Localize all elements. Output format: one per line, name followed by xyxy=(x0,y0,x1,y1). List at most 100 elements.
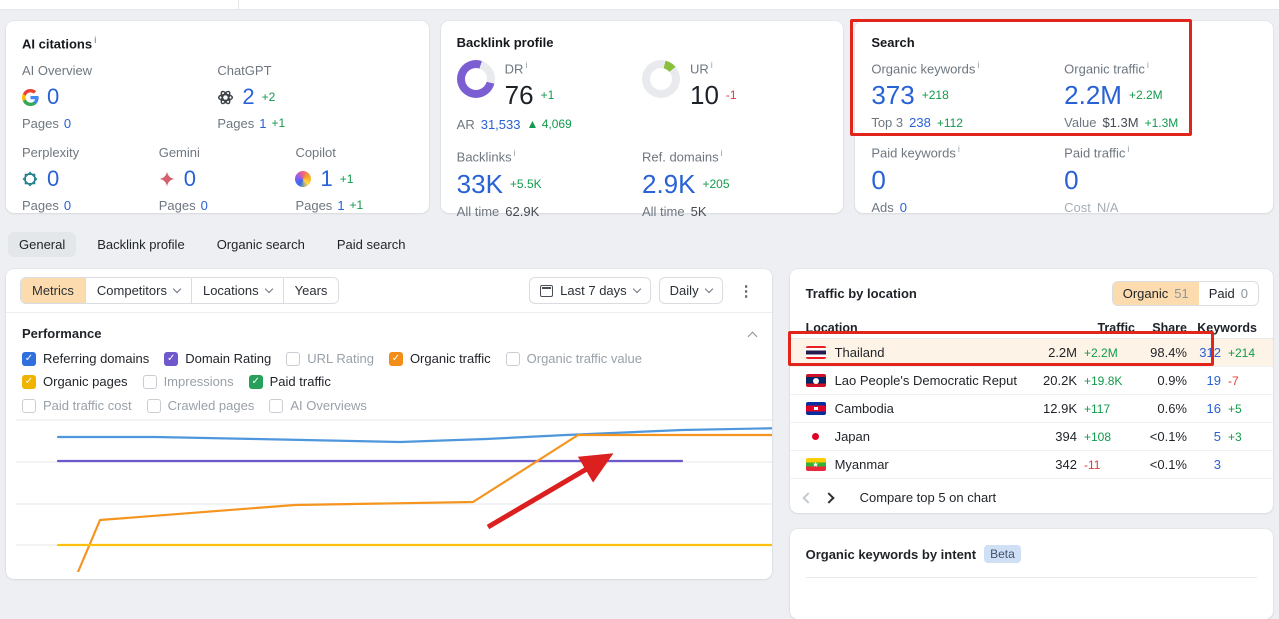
checked-checkbox-icon: ✓ xyxy=(22,351,36,366)
beta-badge: Beta xyxy=(984,545,1021,563)
info-icon[interactable]: i xyxy=(514,148,516,158)
pages-value[interactable]: 0 xyxy=(201,198,208,213)
toggle-organic[interactable]: Organic 51 xyxy=(1112,282,1199,305)
keywords-value[interactable]: 312 xyxy=(1187,345,1221,360)
keywords-delta: +5 xyxy=(1228,401,1242,416)
tab-backlink-profile[interactable]: Backlink profile xyxy=(86,232,195,257)
toggle-paid[interactable]: Paid 0 xyxy=(1198,282,1258,305)
keywords-value[interactable]: 5 xyxy=(1187,429,1221,444)
info-icon[interactable]: i xyxy=(1127,144,1129,154)
ur-value: 10 xyxy=(689,80,719,111)
ai-citation-item: Copilot 1 +1 Pages 1 +1 xyxy=(295,145,412,213)
metrics-filter-button[interactable]: Metrics xyxy=(21,278,85,303)
metric-checkbox[interactable]: ✓ Organic pages xyxy=(22,374,128,389)
keywords-value[interactable]: 3 xyxy=(1187,457,1221,472)
compare-top5-link[interactable]: Compare top 5 on chart xyxy=(860,490,997,505)
location-table-row[interactable]: Thailand 2.2M +2.2M 98.4% 312 +214 xyxy=(789,339,1273,367)
date-range-dropdown[interactable]: Last 7 days xyxy=(529,277,651,304)
metric-checkbox[interactable]: ✓ Paid traffic xyxy=(248,374,331,389)
granularity-dropdown[interactable]: Daily xyxy=(658,277,723,304)
pages-value[interactable]: 1 xyxy=(259,116,266,131)
location-table-row[interactable]: Myanmar 342 -11 <0.1% 3 xyxy=(789,451,1273,479)
ar-value-link[interactable]: 31,533 xyxy=(481,117,521,132)
info-icon[interactable]: i xyxy=(721,148,723,158)
performance-chart[interactable] xyxy=(6,394,772,572)
location-table-row[interactable]: Cambodia 12.9K +117 0.6% 16 +5 xyxy=(789,395,1273,423)
citations-value[interactable]: 1 xyxy=(320,165,332,193)
tab-organic-search[interactable]: Organic search xyxy=(206,232,316,257)
dr-delta: +1 xyxy=(540,88,555,103)
ai-citation-item: AI Overview 0 Pages 0 xyxy=(22,63,217,131)
info-icon[interactable]: i xyxy=(1147,60,1149,70)
metric-checkbox-label: Referring domains xyxy=(43,351,150,366)
ur-label: UR i xyxy=(689,60,713,77)
metric-checkbox-label: Organic traffic value xyxy=(526,351,642,366)
top3-link[interactable]: 238 xyxy=(909,115,931,130)
competitors-dropdown[interactable]: Competitors xyxy=(84,278,191,303)
dr-label: DR i xyxy=(504,60,528,77)
keywords-value[interactable]: 16 xyxy=(1187,401,1221,416)
paid-keywords-value[interactable]: 0 xyxy=(871,166,885,194)
ai-citations-card: AI citations i AI Overview 0 Pages 0 ChatGPT 2… xyxy=(6,21,429,213)
traffic-delta: +117 xyxy=(1084,401,1111,416)
info-icon[interactable]: i xyxy=(958,144,960,154)
location-table-row[interactable]: Japan 394 +108 <0.1% 5 +3 xyxy=(789,423,1273,451)
organic-traffic-value[interactable]: 2.2M xyxy=(1064,81,1122,109)
locations-dropdown[interactable]: Locations xyxy=(190,278,283,303)
citations-value[interactable]: 0 xyxy=(47,83,59,111)
checked-checkbox-icon: ✓ xyxy=(248,374,263,389)
info-icon[interactable]: i xyxy=(94,35,97,45)
info-icon[interactable]: i xyxy=(711,60,713,70)
search-title: Search xyxy=(871,35,915,50)
citations-value[interactable]: 0 xyxy=(47,165,59,193)
th-flag-icon xyxy=(805,346,826,359)
traffic-delta: -11 xyxy=(1084,457,1101,472)
tab-general[interactable]: General xyxy=(8,231,77,257)
share-value: 0.9% xyxy=(1157,373,1187,388)
metric-checkbox[interactable]: ✓ Domain Rating xyxy=(164,351,271,366)
checked-checkbox-icon: ✓ xyxy=(22,374,36,389)
traffic-value: 2.2M xyxy=(1048,345,1077,360)
years-filter-button[interactable]: Years xyxy=(282,278,339,303)
metric-checkbox[interactable]: ✓ Referring domains xyxy=(22,351,149,366)
metric-checkbox[interactable]: Impressions xyxy=(142,374,234,389)
checked-checkbox-icon: ✓ xyxy=(164,351,179,366)
citations-value[interactable]: 0 xyxy=(184,165,196,193)
la-flag-icon xyxy=(805,374,826,387)
citations-value[interactable]: 2 xyxy=(242,83,254,111)
pages-value[interactable]: 0 xyxy=(64,198,71,213)
more-options-kebab-icon[interactable]: ⋮ xyxy=(733,282,760,300)
performance-title: Performance xyxy=(22,326,102,341)
ref-domains-value[interactable]: 2.9K xyxy=(642,170,696,198)
prev-page-chevron-icon[interactable] xyxy=(801,491,814,504)
pages-value[interactable]: 1 xyxy=(337,198,344,213)
pages-label: Pages xyxy=(295,198,333,214)
keywords-value[interactable]: 19 xyxy=(1187,373,1221,388)
tab-paid-search[interactable]: Paid search xyxy=(326,232,417,257)
metric-checkbox[interactable]: Organic traffic value xyxy=(505,351,642,366)
location-table-row[interactable]: Lao People's Democratic Reput 20.2K +19.8K… xyxy=(789,367,1273,395)
ur-delta: -1 xyxy=(725,88,737,103)
ai-citations-grid: AI Overview 0 Pages 0 ChatGPT 2 +2 Pages 1 +1 Perp… xyxy=(22,63,413,213)
next-page-chevron-icon[interactable] xyxy=(822,491,835,504)
info-icon[interactable]: i xyxy=(977,60,979,70)
calendar-icon xyxy=(540,284,554,297)
location-name: Myanmar xyxy=(834,457,889,472)
organic-traffic-label: Organic traffic i xyxy=(1064,60,1149,77)
metric-checkbox[interactable]: ✓ Organic traffic xyxy=(388,351,491,366)
collapse-chevron-icon[interactable] xyxy=(747,331,758,341)
info-icon[interactable]: i xyxy=(525,60,527,70)
unchecked-checkbox-icon xyxy=(142,374,157,389)
location-table-body: Thailand 2.2M +2.2M 98.4% 312 +214 Lao People'… xyxy=(789,339,1273,479)
backlinks-value[interactable]: 33K xyxy=(457,170,503,198)
mm-flag-icon xyxy=(805,458,826,471)
paid-traffic-value[interactable]: 0 xyxy=(1064,166,1078,194)
pages-value[interactable]: 0 xyxy=(64,116,71,131)
chart-filter-bar: Metrics Competitors Locations Years Last… xyxy=(6,269,772,313)
location-table-footer: Compare top 5 on chart xyxy=(790,479,1273,516)
share-value: <0.1% xyxy=(1149,457,1187,472)
metric-checkbox[interactable]: URL Rating xyxy=(286,351,374,366)
kh-flag-icon xyxy=(805,402,826,415)
share-value: 0.6% xyxy=(1157,401,1187,416)
organic-keywords-value[interactable]: 373 xyxy=(871,81,914,109)
